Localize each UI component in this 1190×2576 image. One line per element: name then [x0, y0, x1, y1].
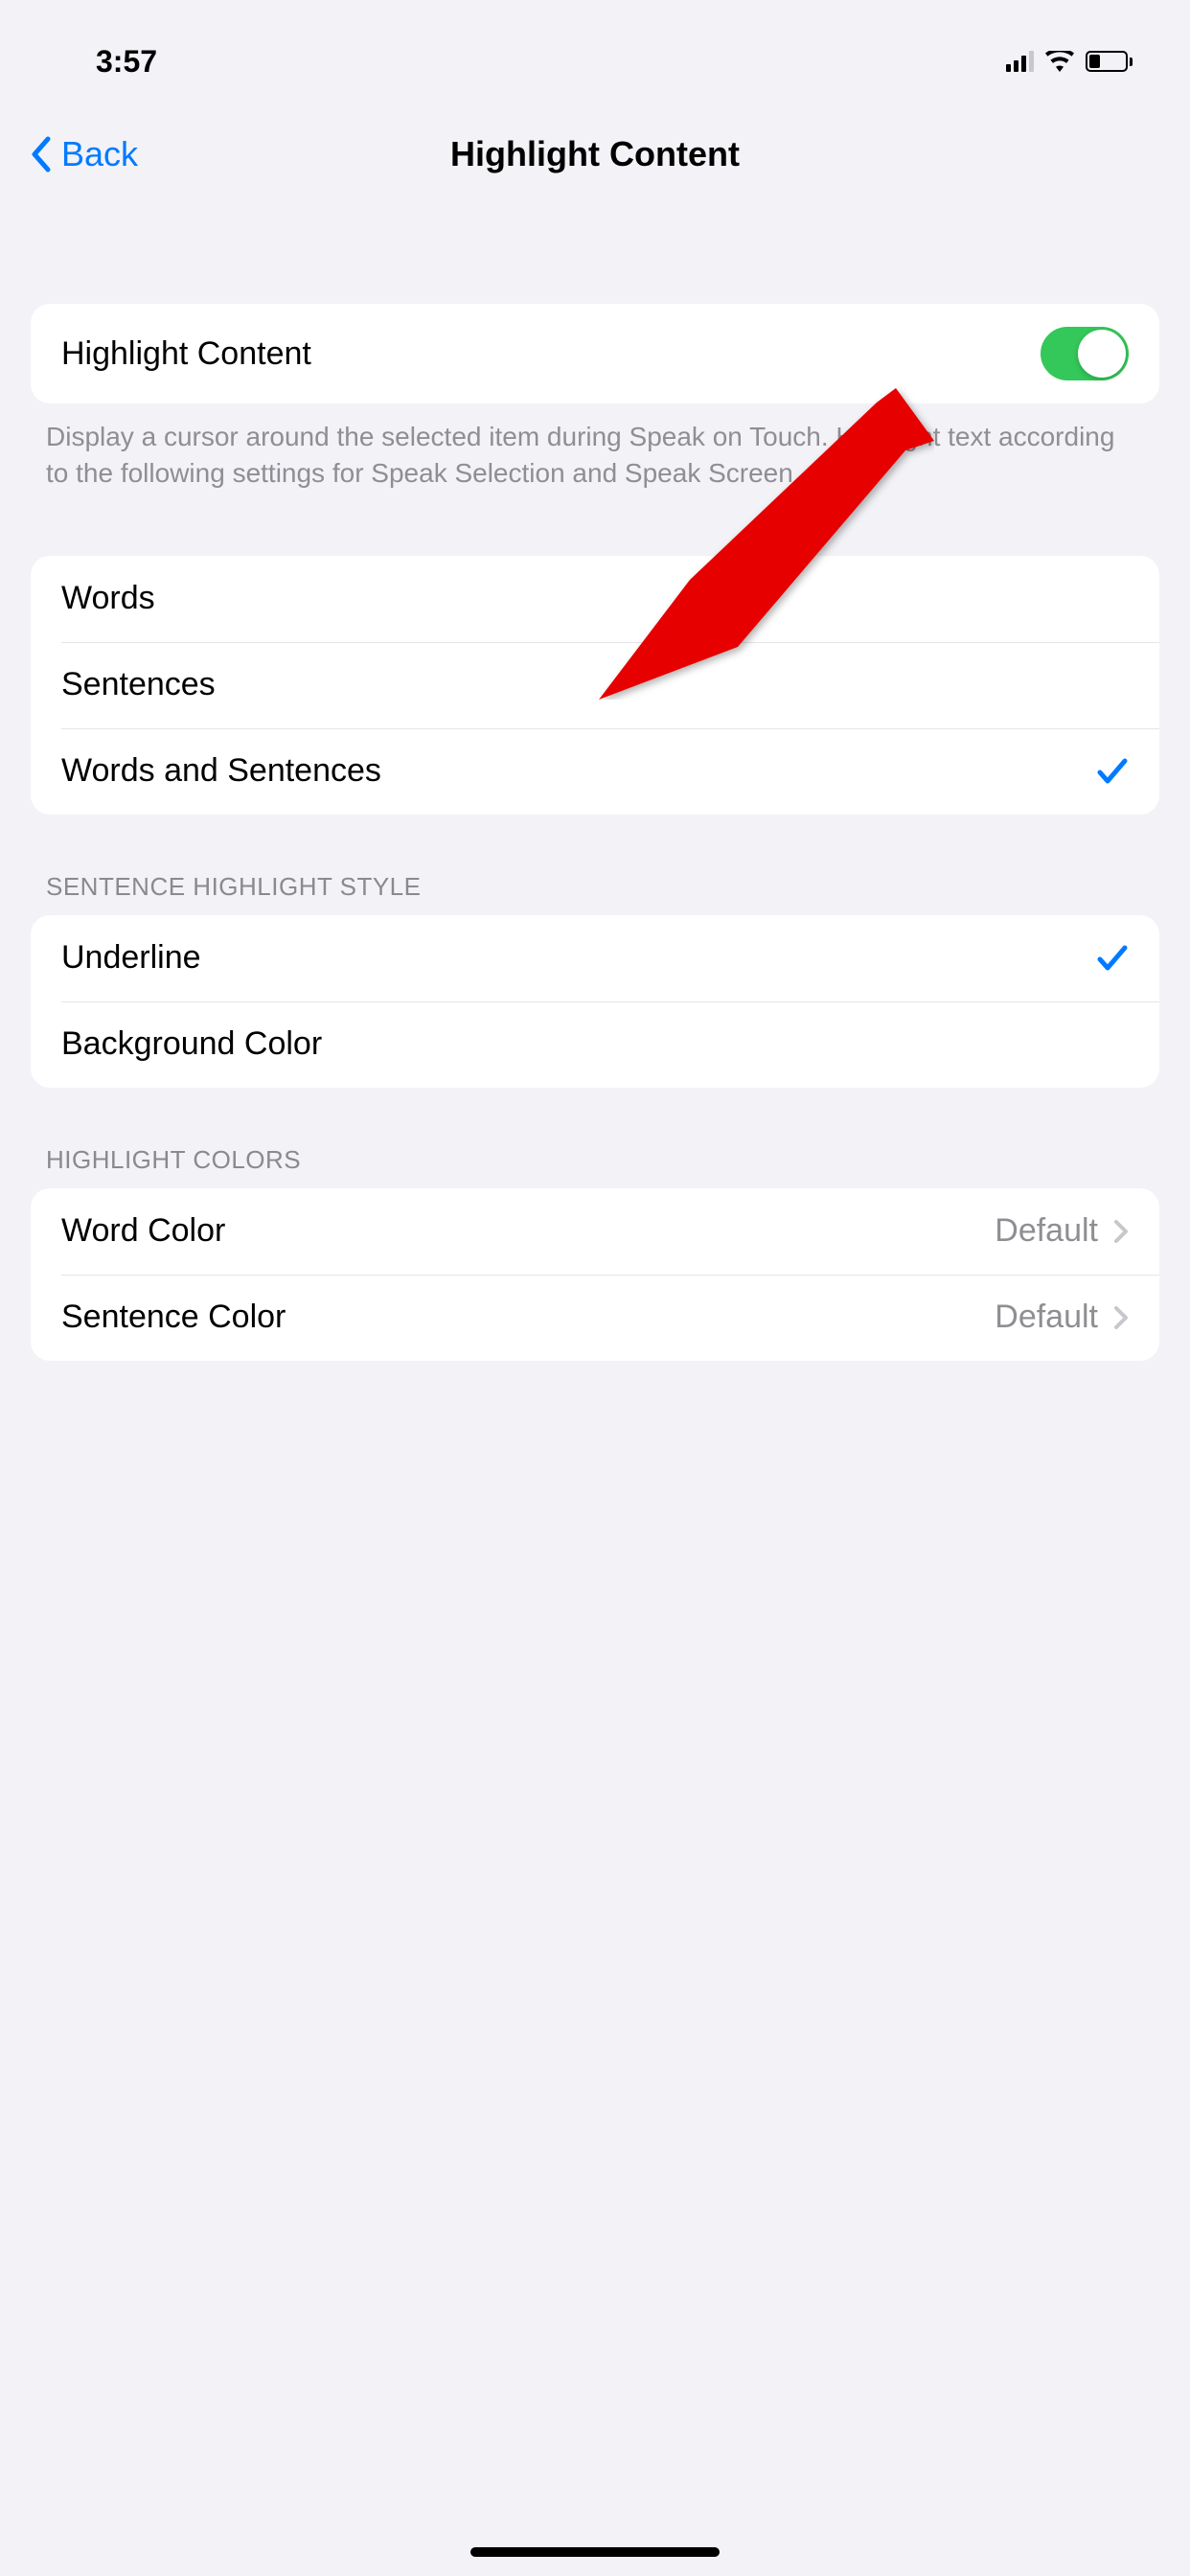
mode-sentences-label: Sentences [61, 666, 216, 703]
navigation-bar: Back Highlight Content [0, 96, 1190, 222]
highlight-content-label: Highlight Content [61, 335, 311, 373]
word-color-label: Word Color [61, 1212, 225, 1250]
status-bar: 3:57 [0, 0, 1190, 96]
chevron-left-icon [29, 135, 54, 173]
toggle-knob [1078, 330, 1126, 378]
sentence-style-group: Underline Background Color [31, 915, 1159, 1088]
back-button[interactable]: Back [29, 134, 138, 174]
cellular-signal-icon [1006, 51, 1034, 72]
checkmark-icon [1096, 755, 1129, 788]
chevron-right-icon [1113, 1219, 1129, 1244]
highlight-colors-group: Word Color Default Sentence Color Defaul… [31, 1188, 1159, 1361]
sentence-style-header: SENTENCE HIGHLIGHT STYLE [0, 815, 1190, 915]
toggle-group: Highlight Content [31, 304, 1159, 403]
sentence-color-row[interactable]: Sentence Color Default [31, 1275, 1159, 1361]
mode-words-label: Words [61, 580, 155, 617]
highlight-content-toggle[interactable] [1041, 327, 1129, 380]
highlight-colors-header: HIGHLIGHT COLORS [0, 1088, 1190, 1188]
mode-words-row[interactable]: Words [31, 556, 1159, 642]
page-title: Highlight Content [29, 134, 1161, 174]
home-indicator[interactable] [470, 2547, 720, 2557]
toggle-footer: Display a cursor around the selected ite… [0, 403, 1190, 492]
sentence-color-value: Default [995, 1299, 1098, 1336]
chevron-right-icon [1113, 1305, 1129, 1330]
status-time: 3:57 [96, 44, 157, 80]
back-label: Back [61, 134, 138, 174]
checkmark-icon [1096, 942, 1129, 975]
style-underline-row[interactable]: Underline [31, 915, 1159, 1001]
highlight-content-row[interactable]: Highlight Content [31, 304, 1159, 403]
mode-words-sentences-row[interactable]: Words and Sentences [31, 728, 1159, 815]
sentence-color-value-wrap: Default [995, 1299, 1129, 1336]
mode-sentences-row[interactable]: Sentences [31, 642, 1159, 728]
word-color-value: Default [995, 1212, 1098, 1250]
status-indicators [1006, 51, 1133, 72]
word-color-value-wrap: Default [995, 1212, 1129, 1250]
word-color-row[interactable]: Word Color Default [31, 1188, 1159, 1275]
style-background-row[interactable]: Background Color [31, 1001, 1159, 1088]
battery-icon [1086, 51, 1133, 72]
sentence-color-label: Sentence Color [61, 1299, 286, 1336]
highlight-mode-group: Words Sentences Words and Sentences [31, 556, 1159, 815]
style-background-label: Background Color [61, 1025, 322, 1063]
style-underline-label: Underline [61, 939, 201, 977]
mode-words-sentences-label: Words and Sentences [61, 752, 381, 790]
wifi-icon [1045, 51, 1074, 72]
